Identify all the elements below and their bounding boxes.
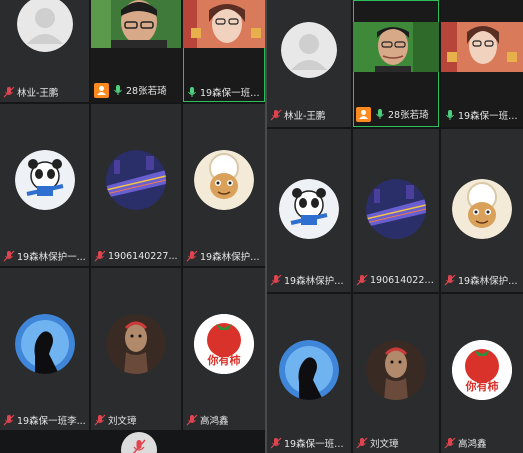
participant-label: 刘文璋	[91, 410, 137, 430]
participant-name: 林业-王鹏	[17, 88, 59, 99]
right-video-grid: 林业-王鹏 28张若琦 19森保一班肖... 19森林保护一... 190614…	[267, 0, 523, 453]
participant-name: 19森林保护一...	[458, 276, 523, 287]
muted-mic-icon	[444, 437, 456, 449]
tomato-avatar: 你有柿	[452, 340, 512, 400]
participant-label: 林业-王鹏	[267, 105, 325, 125]
muted-mic-icon	[3, 250, 15, 262]
webcam-video	[441, 22, 523, 72]
webcam-video	[183, 0, 265, 48]
muted-mic-icon	[270, 274, 282, 286]
participant-name: 19森林保护一...	[17, 252, 86, 263]
tomato-caption: 你有柿	[465, 380, 499, 393]
participant-label: 28张若琦	[353, 103, 429, 125]
participant-label: 林业-王鹏	[0, 82, 58, 102]
participant-name: 19森保一班李...	[17, 416, 86, 427]
participant-label: 高鸿鑫	[441, 433, 487, 453]
tomato-caption: 你有柿	[207, 354, 241, 367]
left-video-grid: 林业-王鹏 28张若琦 19森保一班肖... 19森林保护一... 190614…	[0, 0, 265, 453]
muted-mic-icon	[356, 274, 368, 286]
participant-label: 19森保一班肖...	[441, 105, 523, 125]
cartoon-sheep-avatar	[194, 150, 254, 210]
participant-label: 19森林保护一...	[267, 270, 351, 290]
default-avatar-icon	[281, 22, 337, 78]
participant-tile[interactable]: 19森林保护一...	[441, 129, 523, 292]
participant-name: 19森保一班李...	[284, 439, 351, 450]
participant-tile[interactable]: 19森保一班李...	[267, 294, 351, 453]
participant-tile[interactable]: 你有柿 高鸿鑫	[183, 268, 265, 430]
default-avatar-icon	[16, 0, 73, 52]
mute-toggle-button[interactable]	[121, 432, 157, 453]
participant-tile[interactable]: 19森保一班李...	[0, 268, 89, 430]
participant-name: 刘文璋	[370, 439, 399, 450]
webcam-video	[91, 0, 181, 48]
participant-tile[interactable]: 19森林保护一...	[0, 104, 89, 266]
mic-on-icon	[444, 109, 456, 121]
participant-label: 19森保一班肖...	[183, 82, 265, 102]
participant-label: 刘文璋	[353, 433, 399, 453]
participant-name: 1906140227...	[108, 250, 178, 262]
participant-name: 高鸿鑫	[458, 439, 487, 450]
participant-tile[interactable]: 19森林保护一...	[183, 104, 265, 266]
participant-label: 19森保一班李...	[0, 410, 86, 430]
participant-tile[interactable]: 林业-王鹏	[267, 0, 351, 127]
participant-tile-active-speaker[interactable]: 19森保一班肖...	[183, 0, 265, 102]
mic-on-icon	[374, 108, 386, 120]
participant-label: 19森林保护一...	[183, 246, 265, 266]
participant-tile[interactable]: 28张若琦	[91, 0, 181, 102]
participant-tile-active-speaker[interactable]: 28张若琦	[353, 0, 439, 127]
participant-tile[interactable]: 你有柿 高鸿鑫	[441, 294, 523, 453]
tomato-avatar: 你有柿	[194, 314, 254, 374]
webcam-video	[353, 22, 439, 72]
silhouette-avatar	[279, 340, 339, 400]
muted-mic-icon	[444, 274, 456, 286]
participant-name: 林业-王鹏	[284, 111, 326, 122]
participant-tile[interactable]: 林业-王鹏	[0, 0, 89, 102]
participant-tile[interactable]: 19森林保护一...	[267, 129, 351, 292]
participant-label: 28张若琦	[91, 78, 167, 102]
participant-label: 19森保一班李...	[267, 433, 351, 453]
participant-tile[interactable]: 1906140227...	[91, 104, 181, 266]
participant-label: 1906140227...	[353, 270, 439, 290]
participant-name: 刘文璋	[108, 416, 137, 427]
participant-name: 19森保一班肖...	[200, 88, 265, 99]
participant-tile[interactable]: 刘文璋	[91, 268, 181, 430]
muted-mic-icon	[186, 414, 198, 426]
muted-mic-icon	[270, 109, 282, 121]
dark-figure-avatar	[106, 314, 166, 374]
city-road-night-avatar	[366, 179, 426, 239]
participant-label: 1906140227...	[91, 246, 178, 266]
cartoon-panda-skier-avatar	[14, 150, 75, 210]
muted-mic-icon	[3, 414, 15, 426]
silhouette-avatar	[14, 314, 75, 374]
participant-label: 19森林保护一...	[441, 270, 523, 290]
mic-on-icon	[112, 84, 124, 96]
participant-name: 28张若琦	[388, 110, 429, 121]
participant-tile[interactable]: 1906140227...	[353, 129, 439, 292]
participant-tile[interactable]: 19森保一班肖...	[441, 0, 523, 127]
participant-tile[interactable]: 刘文璋	[353, 294, 439, 453]
participant-name: 19森林保护一...	[284, 276, 351, 287]
participant-name: 1906140227...	[370, 274, 439, 286]
participant-name: 19森林保护一...	[200, 252, 265, 263]
muted-mic-icon	[94, 250, 106, 262]
muted-mic-icon	[3, 86, 15, 98]
muted-mic-icon	[270, 437, 282, 449]
participant-name: 28张若琦	[126, 86, 167, 97]
muted-mic-icon	[356, 437, 368, 449]
dark-figure-avatar	[366, 340, 426, 400]
participant-label: 高鸿鑫	[183, 410, 229, 430]
cartoon-panda-skier-avatar	[279, 179, 339, 239]
orange-user-badge	[94, 82, 109, 98]
participant-label: 19森林保护一...	[0, 246, 86, 266]
muted-mic-icon	[132, 439, 146, 453]
participant-name: 高鸿鑫	[200, 416, 229, 427]
muted-mic-icon	[186, 250, 198, 262]
orange-user-badge	[356, 106, 371, 122]
city-road-night-avatar	[106, 150, 166, 210]
mic-on-icon	[186, 86, 198, 98]
muted-mic-icon	[94, 414, 106, 426]
cartoon-sheep-avatar	[452, 179, 512, 239]
participant-name: 19森保一班肖...	[458, 111, 523, 122]
